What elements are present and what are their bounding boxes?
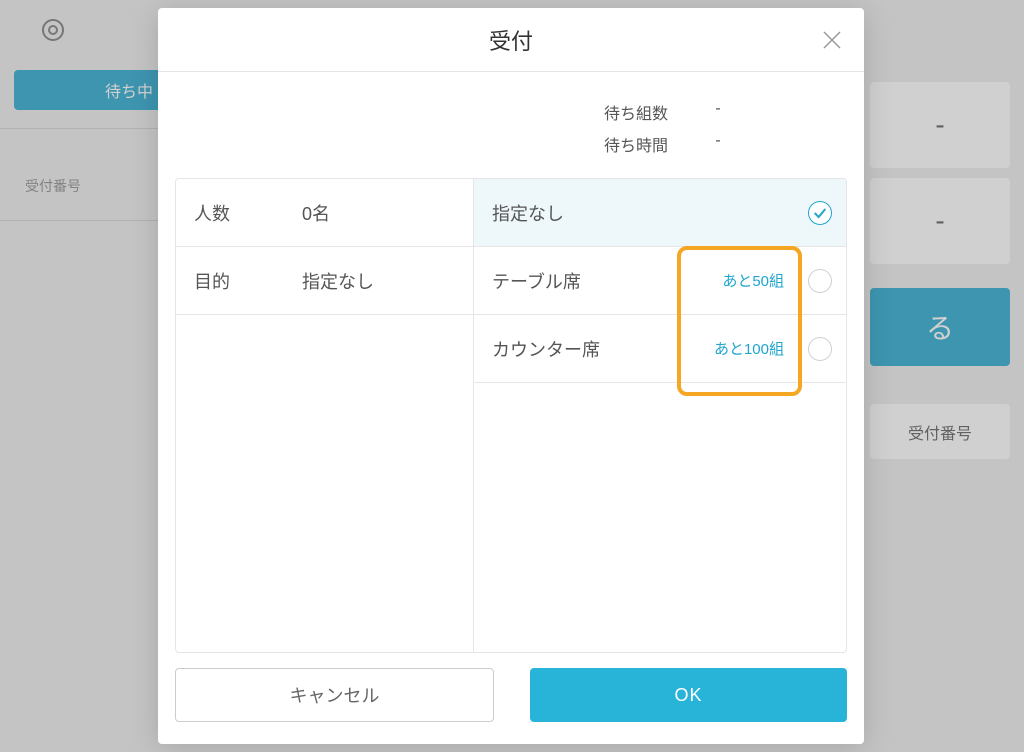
modal-title: 受付 (489, 24, 533, 56)
waiting-groups-value: - (698, 100, 738, 124)
checkmark-icon (812, 205, 828, 221)
radio-unselected (808, 337, 832, 361)
radio-unselected (808, 269, 832, 293)
guest-count-row[interactable]: 人数 0名 (176, 179, 473, 247)
waiting-stats: 待ち組数 - 待ち時間 - (158, 72, 864, 178)
seat-option-table[interactable]: テーブル席 あと50組 (474, 247, 846, 315)
seat-option-none-label: 指定なし (492, 200, 564, 226)
reception-modal: 受付 待ち組数 - 待ち時間 - 人数 0名 目的 指定なし (158, 8, 864, 744)
purpose-value: 指定なし (302, 268, 374, 294)
seat-option-table-label: テーブル席 (492, 268, 581, 294)
close-button[interactable] (820, 28, 844, 52)
purpose-row[interactable]: 目的 指定なし (176, 247, 473, 315)
modal-header: 受付 (158, 8, 864, 72)
seat-option-column: 指定なし テーブル席 あと50組 カウンター席 あと100組 (474, 179, 846, 652)
seat-option-table-remaining: あと50組 (722, 270, 784, 291)
close-icon (820, 28, 844, 52)
seat-option-counter-label: カウンター席 (492, 336, 600, 362)
waiting-time-label: 待ち時間 (158, 132, 698, 156)
seat-option-none[interactable]: 指定なし (474, 179, 846, 247)
waiting-time-value: - (698, 132, 738, 156)
ok-button[interactable]: OK (530, 668, 847, 722)
left-column: 人数 0名 目的 指定なし (176, 179, 474, 652)
cancel-button[interactable]: キャンセル (175, 668, 494, 722)
modal-footer: キャンセル OK (158, 668, 864, 744)
selection-panel: 人数 0名 目的 指定なし 指定なし テーブル席 あと50組 (175, 178, 847, 653)
guest-count-value: 0名 (302, 200, 330, 226)
purpose-label: 目的 (194, 268, 302, 294)
waiting-groups-label: 待ち組数 (158, 100, 698, 124)
seat-option-counter-remaining: あと100組 (714, 338, 784, 359)
seat-option-counter[interactable]: カウンター席 あと100組 (474, 315, 846, 383)
radio-selected (808, 201, 832, 225)
guest-count-label: 人数 (194, 200, 302, 226)
